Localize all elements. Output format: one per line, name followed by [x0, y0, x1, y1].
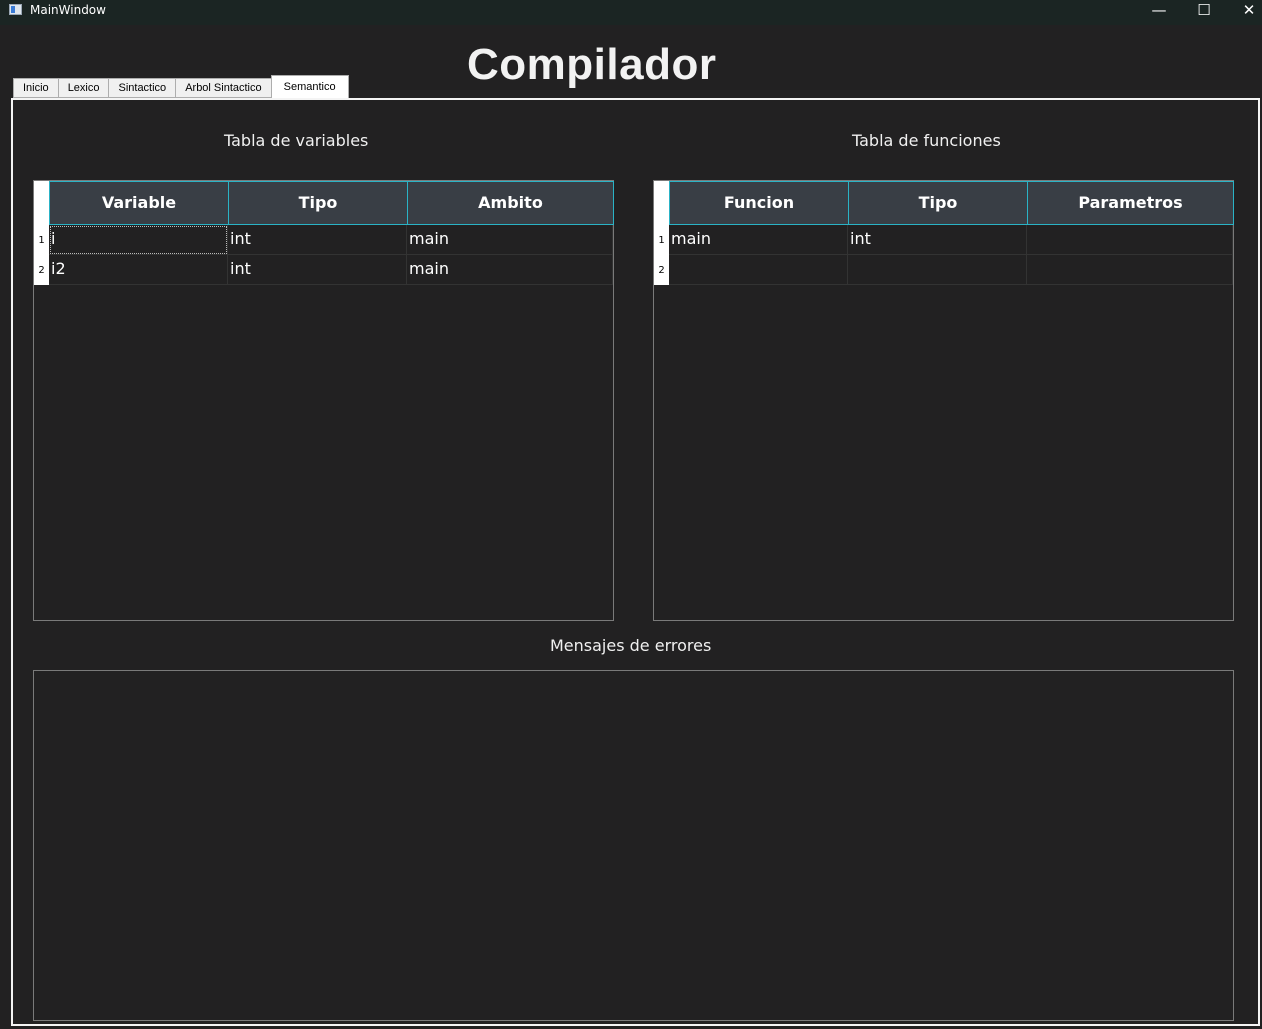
row-number[interactable]: 1	[34, 225, 49, 255]
tab-arbol-sintactico[interactable]: Arbol Sintactico	[175, 78, 271, 98]
table-row[interactable]: 2	[654, 255, 1233, 285]
title-bar: MainWindow — ☐ ✕	[0, 0, 1262, 25]
table-row[interactable]: 2 i2 int main	[34, 255, 613, 285]
column-header-tipo[interactable]: Tipo	[848, 181, 1028, 225]
app-icon	[9, 4, 22, 15]
window-title: MainWindow	[30, 3, 106, 17]
functions-table-label: Tabla de funciones	[852, 131, 1001, 150]
tab-inicio[interactable]: Inicio	[13, 78, 58, 98]
table-cell[interactable]	[848, 255, 1027, 285]
table-row[interactable]: 1 i int main	[34, 225, 613, 255]
table-cell[interactable]: int	[228, 225, 407, 255]
column-header-ambito[interactable]: Ambito	[407, 181, 614, 225]
table-cell[interactable]: main	[407, 255, 613, 285]
tab-semantico[interactable]: Semantico	[270, 75, 349, 98]
minimize-button[interactable]: —	[1137, 0, 1181, 22]
table-row[interactable]: 1 main int	[654, 225, 1233, 255]
maximize-button[interactable]: ☐	[1182, 0, 1226, 22]
table-cell[interactable]: main	[669, 225, 848, 255]
table-cell[interactable]	[1027, 225, 1233, 255]
row-number[interactable]: 2	[34, 255, 49, 285]
column-header-funcion[interactable]: Funcion	[669, 181, 849, 225]
table-cell[interactable]: int	[848, 225, 1027, 255]
table-cell[interactable]	[1027, 255, 1233, 285]
column-header-tipo[interactable]: Tipo	[228, 181, 408, 225]
table-cell[interactable]: i2	[49, 255, 228, 285]
errors-textbox[interactable]	[33, 670, 1234, 1021]
row-number[interactable]: 2	[654, 255, 669, 285]
page-title: Compilador	[467, 40, 717, 89]
close-button[interactable]: ✕	[1227, 0, 1262, 22]
functions-table[interactable]: Funcion Tipo Parametros 1 main int 2	[653, 180, 1234, 621]
table-cell[interactable]: i	[49, 225, 228, 255]
row-number[interactable]: 1	[654, 225, 669, 255]
table-cell[interactable]	[669, 255, 848, 285]
table-cell[interactable]: main	[407, 225, 613, 255]
errors-label: Mensajes de errores	[550, 636, 712, 655]
tab-bar: Inicio Lexico Sintactico Arbol Sintactic…	[13, 75, 349, 98]
column-header-variable[interactable]: Variable	[49, 181, 229, 225]
variables-table-label: Tabla de variables	[224, 131, 369, 150]
table-cell[interactable]: int	[228, 255, 407, 285]
column-header-parametros[interactable]: Parametros	[1027, 181, 1234, 225]
tab-sintactico[interactable]: Sintactico	[108, 78, 176, 98]
variables-table[interactable]: Variable Tipo Ambito 1 i int main 2 i2 i…	[33, 180, 614, 621]
tab-lexico[interactable]: Lexico	[57, 78, 109, 98]
functions-header-row: Funcion Tipo Parametros	[669, 181, 1234, 225]
variables-header-row: Variable Tipo Ambito	[49, 181, 614, 225]
